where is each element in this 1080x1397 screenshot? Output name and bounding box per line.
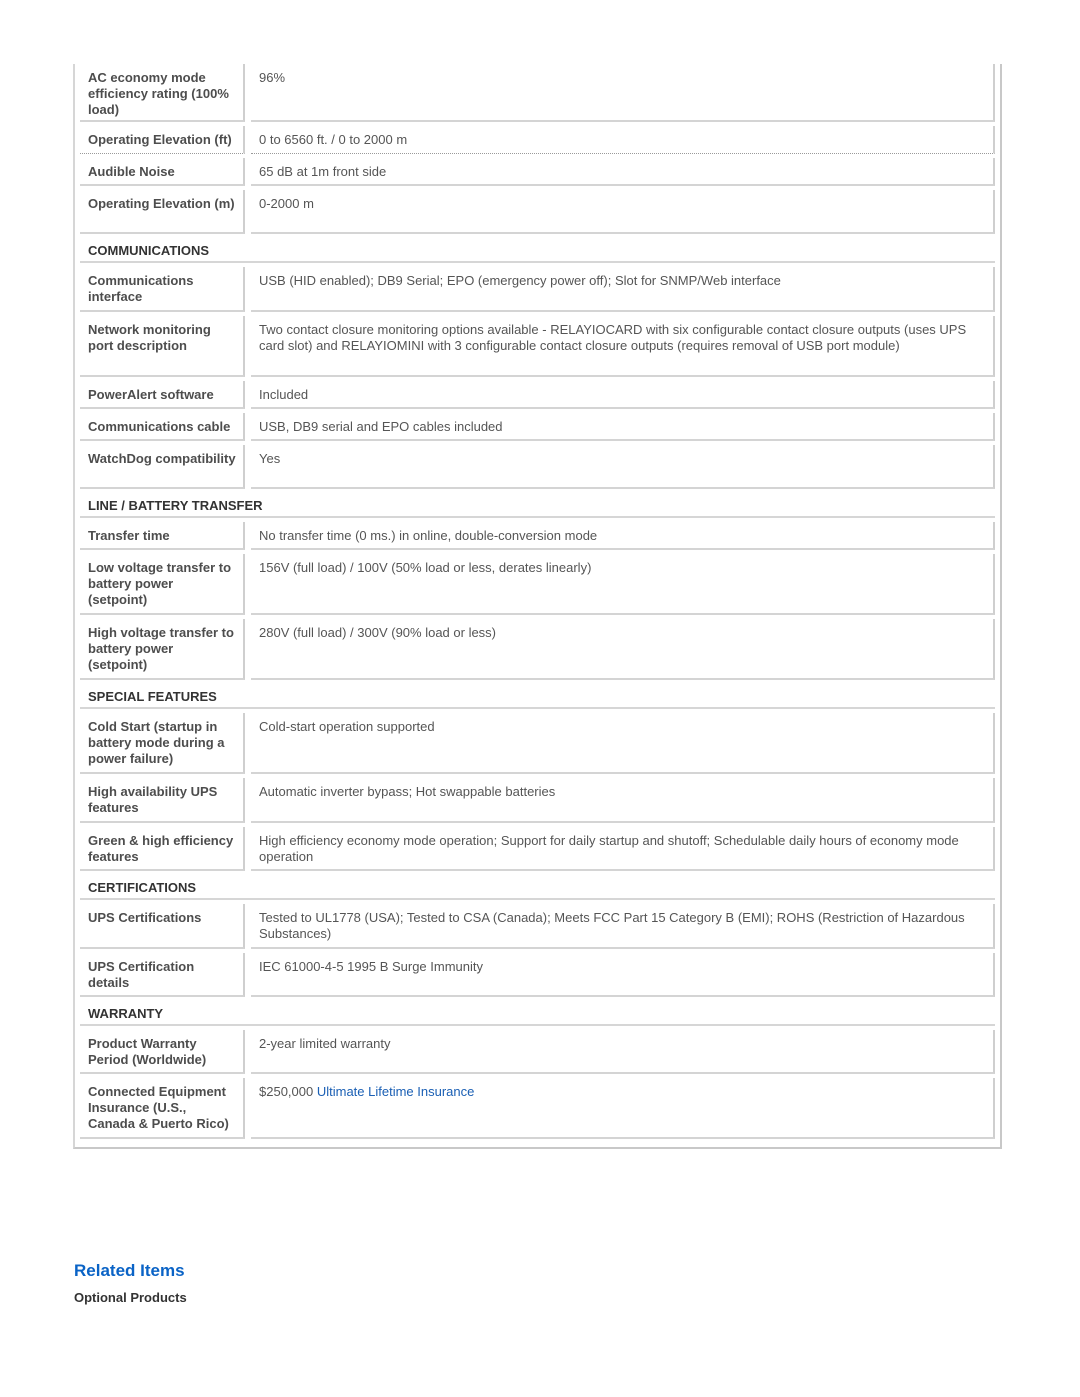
- spec-value: 156V (full load) / 100V (50% load or les…: [251, 554, 995, 615]
- section-title: WARRANTY: [80, 1001, 995, 1026]
- spec-row: Low voltage transfer to battery power (s…: [80, 554, 995, 619]
- spec-value-text: 65 dB at 1m front side: [259, 164, 387, 179]
- spec-value: Two contact closure monitoring options a…: [251, 316, 995, 377]
- spec-label: AC economy mode efficiency rating (100% …: [80, 64, 245, 122]
- spec-row: High voltage transfer to battery power (…: [80, 619, 995, 684]
- spec-value-text: Automatic inverter bypass; Hot swappable…: [259, 784, 556, 799]
- spec-value-text: No transfer time (0 ms.) in online, doub…: [259, 528, 598, 543]
- spec-row: Network monitoring port description Two c…: [80, 316, 995, 381]
- spec-label: Green & high efficiency features: [80, 827, 245, 871]
- spec-label: Transfer time: [80, 522, 245, 550]
- spec-label: Communications interface: [80, 267, 245, 312]
- spec-label: Network monitoring port description: [80, 316, 245, 377]
- spec-row: Communications interface USB (HID enabled…: [80, 267, 995, 316]
- spec-row: Product Warranty Period (Worldwide) 2-yea…: [80, 1030, 995, 1078]
- spec-row: Connected Equipment Insurance (U.S., Can…: [80, 1078, 995, 1143]
- spec-value: No transfer time (0 ms.) in online, doub…: [251, 522, 995, 550]
- spec-row: PowerAlert software Included: [80, 381, 995, 413]
- spec-row: High availability UPS features Automatic …: [80, 778, 995, 827]
- spec-row: UPS Certifications Tested to UL1778 (USA)…: [80, 904, 995, 953]
- spec-label: PowerAlert software: [80, 381, 245, 409]
- spec-label: High availability UPS features: [80, 778, 245, 823]
- spec-value: USB, DB9 serial and EPO cables included: [251, 413, 995, 441]
- spec-value-text: 0 to 6560 ft. / 0 to 2000 m: [259, 132, 408, 147]
- spec-label: Connected Equipment Insurance (U.S., Can…: [80, 1078, 245, 1139]
- spec-row: Operating Elevation (m) 0-2000 m: [80, 190, 995, 238]
- spec-row: WatchDog compatibility Yes: [80, 445, 995, 493]
- section-header-row: CERTIFICATIONS: [80, 875, 995, 904]
- spec-value: 96%: [251, 64, 995, 122]
- spec-row: Cold Start (startup in battery mode duri…: [80, 713, 995, 778]
- spec-value-text: Included: [259, 387, 309, 402]
- section-header-row: WARRANTY: [80, 1001, 995, 1030]
- specifications-table: AC economy mode efficiency rating (100% …: [80, 64, 995, 1143]
- spec-value: Yes: [251, 445, 995, 489]
- spec-value: Tested to UL1778 (USA); Tested to CSA (C…: [251, 904, 995, 949]
- ultimate-lifetime-insurance-link[interactable]: Ultimate Lifetime Insurance: [317, 1084, 475, 1099]
- spec-value: High efficiency economy mode operation; …: [251, 827, 995, 871]
- spec-value: Automatic inverter bypass; Hot swappable…: [251, 778, 995, 823]
- spec-value: 65 dB at 1m front side: [251, 158, 995, 186]
- spec-value-text: Yes: [259, 451, 281, 466]
- spec-value: Cold-start operation supported: [251, 713, 995, 774]
- spec-label: Audible Noise: [80, 158, 245, 186]
- spec-value-text: 280V (full load) / 300V (90% load or les…: [259, 625, 497, 640]
- spec-value-text: 96%: [259, 70, 286, 85]
- spec-label: Product Warranty Period (Worldwide): [80, 1030, 245, 1074]
- related-items-heading: Related Items: [74, 1261, 185, 1280]
- spec-value: IEC 61000-4-5 1995 B Surge Immunity: [251, 953, 995, 997]
- spec-value-text: Tested to UL1778 (USA); Tested to CSA (C…: [259, 910, 965, 941]
- section-title: LINE / BATTERY TRANSFER: [80, 493, 995, 518]
- spec-row: Transfer time No transfer time (0 ms.) in…: [80, 522, 995, 554]
- spec-value: USB (HID enabled); DB9 Serial; EPO (emer…: [251, 267, 995, 312]
- spec-value-text: USB, DB9 serial and EPO cables included: [259, 419, 503, 434]
- spec-value-text: Cold-start operation supported: [259, 719, 435, 734]
- spec-label: High voltage transfer to battery power (…: [80, 619, 245, 680]
- spec-value-text: $250,000: [259, 1084, 317, 1099]
- spec-value: 0 to 6560 ft. / 0 to 2000 m: [251, 126, 995, 154]
- spec-row: Audible Noise 65 dB at 1m front side: [80, 158, 995, 190]
- spec-label: Communications cable: [80, 413, 245, 441]
- spec-value-text: High efficiency economy mode operation; …: [259, 833, 959, 864]
- spec-value-text: IEC 61000-4-5 1995 B Surge Immunity: [259, 959, 484, 974]
- optional-products-heading: Optional Products: [74, 1290, 187, 1305]
- spec-value-text: 2-year limited warranty: [259, 1036, 391, 1051]
- spec-value: 0-2000 m: [251, 190, 995, 234]
- spec-label: Low voltage transfer to battery power (s…: [80, 554, 245, 615]
- spec-value-text: 156V (full load) / 100V (50% load or les…: [259, 560, 592, 575]
- spec-row: Operating Elevation (ft) 0 to 6560 ft. / …: [80, 126, 995, 158]
- section-header-row: LINE / BATTERY TRANSFER: [80, 493, 995, 522]
- spec-value: 280V (full load) / 300V (90% load or les…: [251, 619, 995, 680]
- spec-label: Cold Start (startup in battery mode duri…: [80, 713, 245, 774]
- section-header-row: SPECIAL FEATURES: [80, 684, 995, 713]
- section-title: COMMUNICATIONS: [80, 238, 995, 263]
- spec-label: UPS Certifications: [80, 904, 245, 949]
- spec-value: $250,000 Ultimate Lifetime Insurance: [251, 1078, 995, 1139]
- section-title: SPECIAL FEATURES: [80, 684, 995, 709]
- spec-row: Green & high efficiency features High eff…: [80, 827, 995, 875]
- spec-row: UPS Certification details IEC 61000-4-5 1…: [80, 953, 995, 1001]
- spec-value: 2-year limited warranty: [251, 1030, 995, 1074]
- section-title: CERTIFICATIONS: [80, 875, 995, 900]
- spec-value-text: Two contact closure monitoring options a…: [259, 322, 967, 353]
- spec-label: UPS Certification details: [80, 953, 245, 997]
- spec-label: Operating Elevation (ft): [80, 126, 245, 154]
- spec-value-text: USB (HID enabled); DB9 Serial; EPO (emer…: [259, 273, 781, 288]
- spec-value-text: 0-2000 m: [259, 196, 314, 211]
- section-header-row: COMMUNICATIONS: [80, 238, 995, 267]
- spec-label: Operating Elevation (m): [80, 190, 245, 234]
- spec-row: AC economy mode efficiency rating (100% …: [80, 64, 995, 126]
- specifications-panel: AC economy mode efficiency rating (100% …: [73, 64, 1002, 1149]
- spec-label: WatchDog compatibility: [80, 445, 245, 489]
- spec-row: Communications cable USB, DB9 serial and …: [80, 413, 995, 445]
- spec-value: Included: [251, 381, 995, 409]
